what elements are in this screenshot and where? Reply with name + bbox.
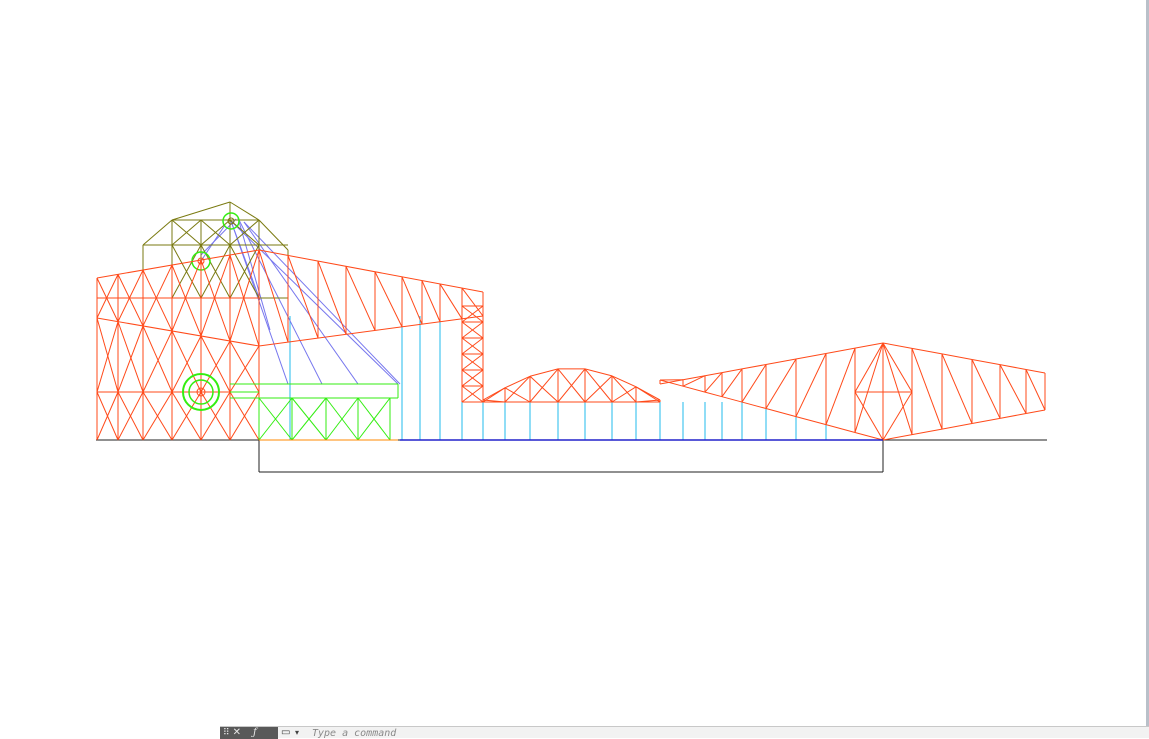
line-segment: [705, 392, 722, 397]
line-segment: [912, 348, 942, 429]
line-segment: [259, 250, 483, 292]
line-segment: [826, 425, 855, 433]
line-segment: [230, 202, 259, 220]
line-segment: [826, 348, 855, 425]
arched-truss-span: [483, 369, 660, 402]
line-segment: [742, 365, 766, 403]
line-segment: [796, 417, 826, 425]
line-segment: [883, 392, 912, 440]
line-segment: [883, 343, 912, 392]
line-segment: [505, 388, 530, 402]
line-segment: [585, 369, 612, 376]
line-segment: [1026, 410, 1045, 414]
line-segment: [826, 348, 855, 353]
line-segment: [683, 386, 705, 392]
line-segment: [440, 284, 462, 319]
line-segment: [722, 397, 742, 402]
line-segment: [585, 376, 612, 402]
line-segment: [483, 388, 505, 402]
line-segment: [244, 222, 358, 384]
line-segment: [402, 277, 422, 324]
line-segment: [796, 353, 826, 359]
line-segment: [143, 220, 172, 245]
lifting-tower: [143, 202, 288, 298]
foundation-pit-outline: [259, 440, 883, 472]
line-segment: [201, 255, 230, 336]
line-segment: [912, 429, 942, 435]
line-segment: [462, 288, 483, 316]
line-segment: [636, 387, 660, 402]
line-segment: [118, 270, 143, 322]
line-segment: [883, 343, 912, 348]
line-segment: [346, 266, 375, 330]
line-segment: [230, 255, 259, 346]
stay-cables: [201, 218, 400, 384]
line-segment: [722, 369, 742, 373]
line-segment: [972, 418, 1000, 423]
line-segment: [505, 376, 530, 402]
line-segment: [318, 261, 346, 334]
wrench-icon[interactable]: ƒ: [253, 727, 257, 739]
line-segment: [97, 274, 118, 318]
line-segment: [530, 369, 558, 376]
command-history-icon[interactable]: ▭: [281, 728, 293, 738]
line-segment: [118, 274, 143, 326]
line-segment: [530, 369, 558, 402]
line-segment: [942, 354, 972, 360]
line-segment: [1000, 365, 1026, 370]
line-segment: [912, 348, 942, 354]
command-line-bar: ⠿ ✕ ƒ ▭ ▾: [220, 726, 1149, 738]
lenticular-truss-span: [660, 343, 1045, 440]
line-segment: [505, 376, 530, 388]
line-segment: [422, 281, 440, 322]
grip-icon[interactable]: ⠿: [223, 727, 229, 739]
line-segment: [766, 359, 796, 365]
line-segment: [942, 354, 972, 424]
command-line-controls: ⠿ ✕ ƒ: [220, 727, 278, 739]
line-segment: [143, 270, 172, 331]
line-segment: [883, 435, 912, 440]
line-segment: [172, 202, 230, 220]
left-truss-block: [97, 250, 259, 440]
command-input[interactable]: [312, 727, 1132, 739]
line-segment: [143, 265, 172, 326]
close-icon[interactable]: ✕: [233, 727, 241, 739]
line-segment: [972, 359, 1000, 418]
line-segment: [883, 343, 912, 435]
line-segment: [942, 424, 972, 430]
line-segment: [855, 343, 883, 392]
tapered-upper-truss: [259, 250, 483, 346]
line-segment: [972, 359, 1000, 364]
line-segment: [1026, 369, 1045, 410]
line-segment: [612, 376, 636, 387]
line-segment: [796, 353, 826, 416]
line-segment: [585, 369, 612, 402]
line-segment: [855, 392, 883, 440]
line-segment: [1000, 414, 1026, 419]
model-space-canvas[interactable]: [0, 0, 1149, 738]
line-segment: [855, 343, 883, 432]
lattice-column: [462, 292, 483, 402]
line-segment: [97, 278, 118, 322]
line-segment: [766, 409, 796, 417]
line-segment: [530, 376, 558, 402]
chevron-down-icon[interactable]: ▾: [295, 728, 299, 738]
line-segment: [97, 250, 259, 278]
line-segment: [375, 272, 402, 327]
line-segment: [855, 343, 883, 348]
line-segment: [230, 250, 259, 341]
line-segment: [742, 402, 766, 408]
line-segment: [742, 365, 766, 369]
line-segment: [172, 265, 201, 336]
line-segment: [766, 359, 796, 409]
line-segment: [722, 369, 742, 397]
line-segment: [244, 222, 400, 384]
line-segment: [1026, 369, 1045, 373]
line-segment: [1000, 365, 1026, 414]
